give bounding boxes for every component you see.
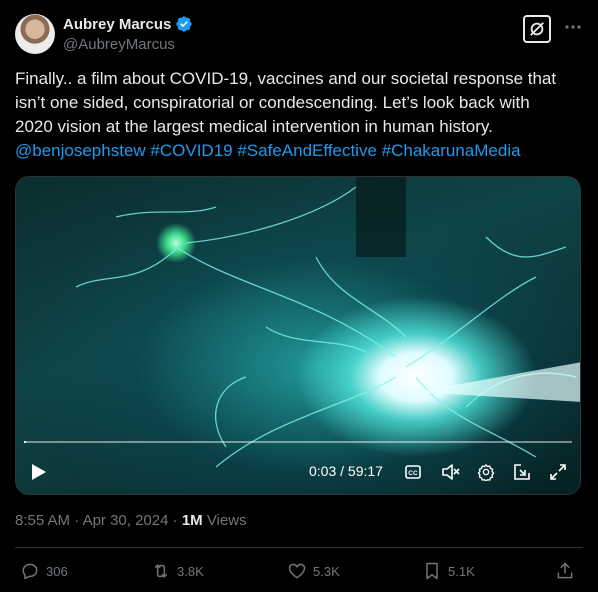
video-duration: 59:17	[347, 463, 383, 479]
captions-button[interactable]: CC	[404, 463, 422, 481]
video-current-time: 0:03	[309, 463, 337, 479]
repost-count: 3.8K	[177, 563, 204, 579]
like-button[interactable]: 5.3K	[287, 561, 340, 581]
video-frame	[75, 177, 580, 468]
tweet-date[interactable]: Apr 30, 2024	[83, 512, 169, 529]
avatar[interactable]	[15, 14, 55, 54]
pop-out-button[interactable]	[512, 462, 532, 482]
tweet-hashtags-line: @benjosephstew #COVID19 #SafeAndEffectiv…	[15, 139, 583, 163]
bookmark-count: 5.1K	[448, 563, 475, 579]
video-player[interactable]: 0:03 / 59:17 CC	[15, 176, 581, 495]
tweet-meta: 8:55 AM · Apr 30, 2024 · 1M Views	[15, 512, 247, 529]
video-progress-bar[interactable]	[24, 441, 572, 443]
reply-button[interactable]: 306	[20, 561, 68, 581]
play-button[interactable]	[28, 461, 50, 483]
mute-icon	[442, 464, 460, 480]
more-icon	[565, 25, 581, 29]
mention-link[interactable]: @benjosephstew	[15, 141, 146, 160]
fullscreen-button[interactable]	[548, 462, 568, 482]
hashtag-link[interactable]: #COVID19	[150, 141, 232, 160]
like-count: 5.3K	[313, 563, 340, 579]
tweet-text-line: Finally.. a film about COVID-19, vaccine…	[15, 69, 557, 88]
captions-icon: CC	[405, 465, 421, 479]
play-icon	[32, 464, 46, 480]
heart-icon	[288, 563, 306, 579]
grok-button[interactable]	[523, 15, 551, 43]
meta-separator: ·	[168, 512, 182, 529]
repost-icon	[154, 564, 168, 578]
bookmark-button[interactable]: 5.1K	[422, 561, 475, 581]
settings-button[interactable]	[476, 462, 496, 482]
divider	[15, 547, 583, 548]
pop-out-icon	[514, 464, 530, 480]
settings-gear-icon	[477, 464, 495, 481]
video-progress-fill	[24, 441, 26, 443]
bookmark-icon	[426, 562, 438, 580]
video-time-separator: /	[336, 463, 348, 479]
author-name[interactable]: Aubrey Marcus	[63, 16, 171, 33]
meta-separator: ·	[70, 512, 83, 529]
reply-count: 306	[46, 563, 68, 579]
verified-badge-icon	[176, 16, 193, 32]
views-count: 1M	[181, 512, 203, 529]
video-time: 0:03 / 59:17	[309, 463, 383, 479]
repost-button[interactable]: 3.8K	[151, 561, 204, 581]
views-label: Views	[202, 512, 247, 529]
share-icon	[557, 562, 573, 579]
tweet-text-line: isn’t one sided, conspiratorial or conde…	[15, 93, 530, 112]
tweet-text: Finally.. a film about COVID-19, vaccine…	[15, 67, 583, 163]
hashtag-link[interactable]: #SafeAndEffective	[237, 141, 377, 160]
tweet-time[interactable]: 8:55 AM	[15, 512, 70, 529]
reply-icon	[22, 563, 38, 580]
more-button[interactable]	[563, 17, 583, 37]
fullscreen-icon	[550, 464, 566, 480]
author-name-row: Aubrey Marcus	[63, 15, 193, 33]
hashtag-link[interactable]: #ChakarunaMedia	[382, 141, 521, 160]
tweet-text-line: 2020 vision at the largest medical inter…	[15, 117, 493, 136]
svg-text:CC: CC	[408, 470, 418, 477]
mute-button[interactable]	[440, 462, 462, 482]
author-handle[interactable]: @AubreyMarcus	[63, 36, 175, 53]
share-button[interactable]	[555, 561, 575, 581]
grok-icon	[530, 22, 544, 36]
